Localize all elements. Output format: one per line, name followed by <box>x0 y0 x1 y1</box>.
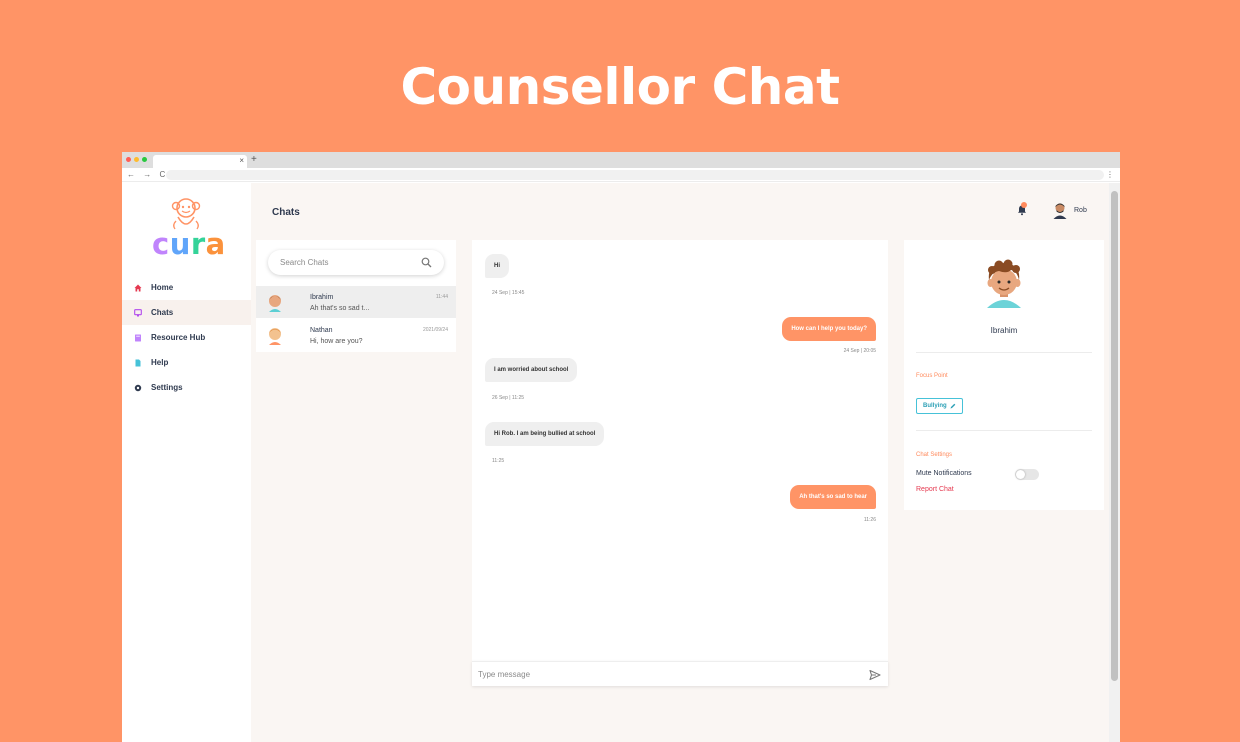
avatar <box>269 295 281 312</box>
profile-avatar <box>987 259 1021 308</box>
message-timestamp: 24 Sep | 20:05 <box>843 348 876 354</box>
sidebar-item-chats[interactable]: Chats <box>122 300 251 325</box>
logo-letter: u <box>169 227 191 261</box>
app-root: cura Home Chats Resource Hub Help Settin… <box>122 183 1120 742</box>
message-timestamp: 26 Sep | 11:25 <box>492 395 525 401</box>
chat-time: 11:44 <box>435 294 448 300</box>
nav-buttons[interactable]: ← → C <box>127 169 168 181</box>
sidebar-item-settings[interactable]: Settings <box>122 375 251 400</box>
chat-preview: Hi, how are you? <box>310 338 363 345</box>
chat-monitor-icon <box>134 308 142 316</box>
chat-settings-label: Chat Settings <box>916 452 953 458</box>
message-bubble-incoming: Hi Rob. I am being bullied at school <box>485 422 605 446</box>
browser-tab[interactable]: × <box>153 155 247 168</box>
user-name[interactable]: Rob <box>1074 207 1087 214</box>
close-window-dot[interactable] <box>126 157 131 162</box>
page-scrollbar[interactable] <box>1109 183 1120 742</box>
logo-text: cura <box>152 227 226 261</box>
message-bubble-outgoing: Ah that's so sad to hear <box>790 485 876 509</box>
sidebar-item-home[interactable]: Home <box>122 275 251 300</box>
message-timestamp: 11:26 <box>863 517 876 523</box>
search-input[interactable] <box>280 256 410 269</box>
message-bubble-incoming: Hi <box>485 254 509 278</box>
logo-letter: a <box>205 227 226 261</box>
document-icon <box>135 359 141 366</box>
toggle-knob <box>1016 470 1025 479</box>
notification-badge <box>1021 202 1027 208</box>
search-box <box>268 250 444 275</box>
browser-menu-icon[interactable]: ⋮ <box>1106 169 1114 181</box>
report-chat-link[interactable]: Report Chat <box>916 486 954 493</box>
chat-list-item[interactable]: Ibrahim Ah that's so sad t... 11:44 <box>256 286 456 318</box>
search-icon[interactable] <box>421 257 432 268</box>
hero-title: Counsellor Chat <box>400 58 840 116</box>
sidebar-nav: Home Chats Resource Hub Help Settings <box>122 275 251 400</box>
home-icon <box>134 284 142 291</box>
sidebar-item-label: Help <box>151 358 169 367</box>
sidebar-item-label: Settings <box>151 383 183 392</box>
chat-list-item[interactable]: Nathan Hi, how are you? 2021/09/24 <box>256 319 456 351</box>
divider <box>916 430 1092 431</box>
window-controls <box>126 157 147 162</box>
chat-list-panel: Ibrahim Ah that's so sad t... 11:44 Nath… <box>256 240 456 352</box>
profile-name: Ibrahim <box>990 326 1018 335</box>
chat-name: Ibrahim <box>310 294 334 301</box>
address-bar: ← → C ⋮ <box>122 168 1120 182</box>
sidebar-item-label: Chats <box>151 308 174 317</box>
gear-icon <box>134 384 142 391</box>
browser-window: × + ← → C ⋮ cura Home Chats Resource Hub… <box>122 152 1120 742</box>
browser-tabstrip: × + <box>122 152 1120 168</box>
chat-name: Nathan <box>310 327 333 334</box>
new-tab-button[interactable]: + <box>251 154 257 166</box>
sidebar-item-help[interactable]: Help <box>122 350 251 375</box>
message-timestamp: 24 Sep | 15:45 <box>492 290 525 296</box>
minimize-window-dot[interactable] <box>134 157 139 162</box>
sidebar-item-resource-hub[interactable]: Resource Hub <box>122 325 251 350</box>
user-avatar[interactable] <box>1051 201 1069 219</box>
tab-close-icon[interactable]: × <box>239 156 244 166</box>
scrollbar-thumb[interactable] <box>1111 191 1118 681</box>
page-title: Chats <box>272 207 300 218</box>
avatar <box>269 328 281 345</box>
message-input[interactable] <box>478 668 848 681</box>
sidebar-item-label: Resource Hub <box>151 333 206 342</box>
logo-letter: c <box>152 227 170 261</box>
conversation-panel: Hi 24 Sep | 15:45 How can I help you tod… <box>472 240 888 686</box>
chat-preview: Ah that's so sad t... <box>310 305 370 312</box>
sidebar-item-label: Home <box>151 283 174 292</box>
divider <box>916 352 1092 353</box>
focus-tag[interactable]: Bullying <box>916 398 963 414</box>
message-bubble-incoming: I am worried about school <box>485 358 578 382</box>
focus-point-label: Focus Point <box>916 373 948 379</box>
book-icon <box>135 334 141 341</box>
send-icon[interactable] <box>869 669 881 681</box>
profile-panel: Ibrahim Focus Point Bullying Chat Settin… <box>904 240 1104 510</box>
message-timestamp: 11:25 <box>492 458 505 464</box>
sidebar: cura Home Chats Resource Hub Help Settin… <box>122 183 251 742</box>
maximize-window-dot[interactable] <box>142 157 147 162</box>
message-composer <box>472 661 888 686</box>
mute-notifications-toggle[interactable] <box>1015 469 1039 480</box>
url-field[interactable] <box>166 170 1104 180</box>
chat-time: 2021/09/24 <box>422 327 448 333</box>
focus-tag-label: Bullying <box>923 403 947 409</box>
logo-letter: r <box>190 227 206 261</box>
pencil-icon <box>950 403 955 409</box>
mute-notifications-label: Mute Notifications <box>916 470 972 477</box>
message-bubble-outgoing: How can I help you today? <box>782 317 876 341</box>
